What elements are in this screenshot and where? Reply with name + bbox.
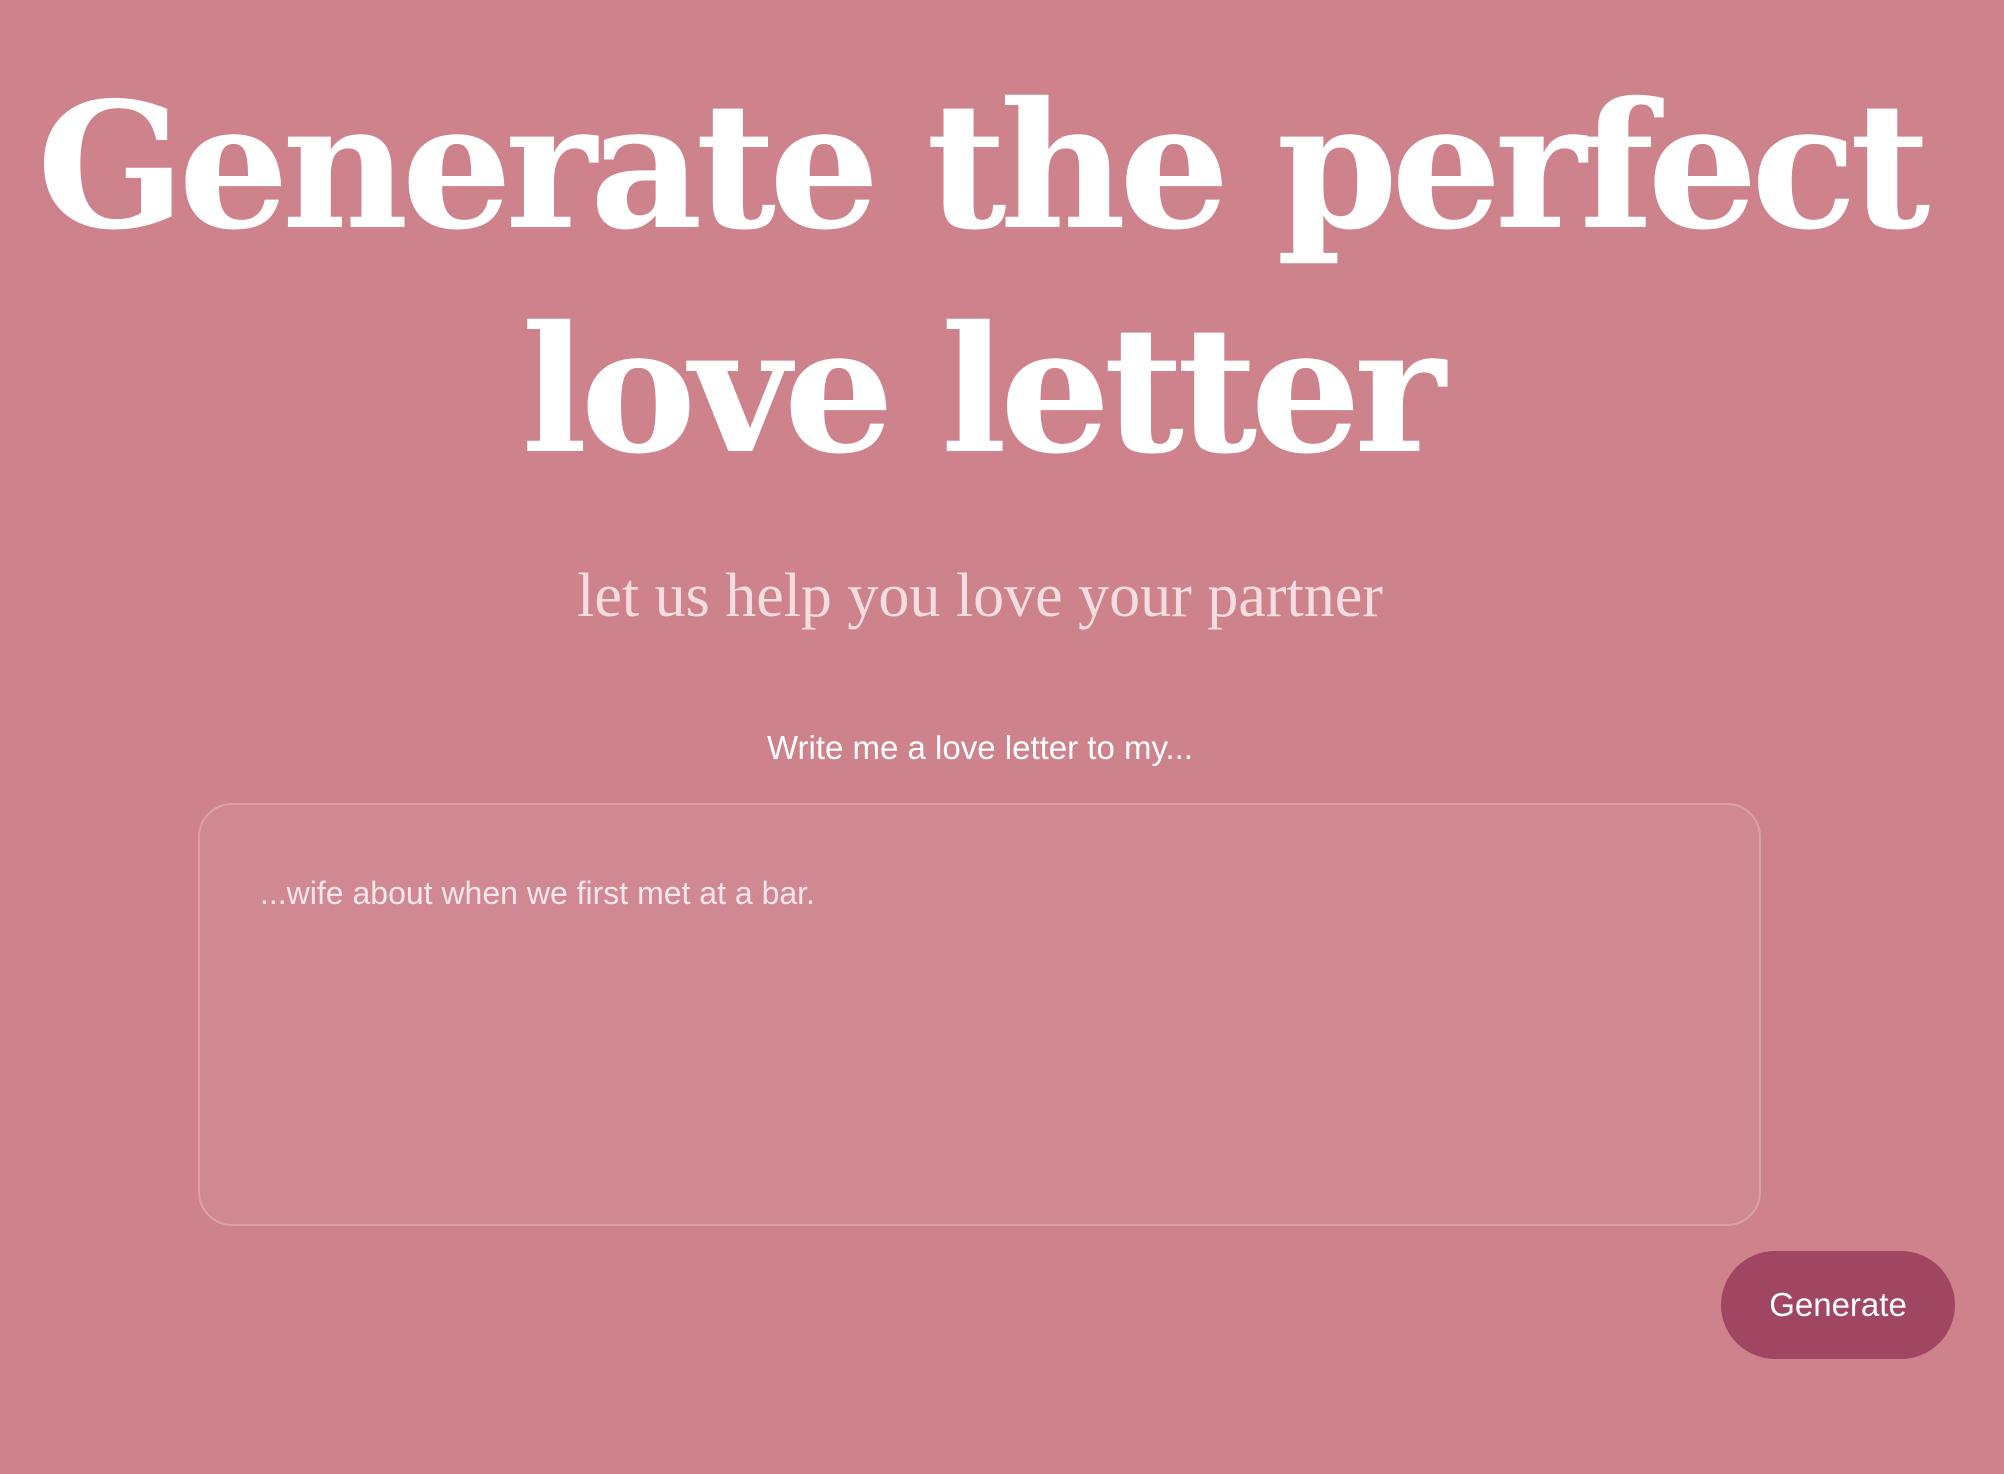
love-letter-prompt-input[interactable] [198,803,1761,1226]
page-subtitle: let us help you love your partner [577,562,1383,630]
page-title: Generate the perfect love letter [36,65,1931,493]
page: Generate the perfect love letter let us … [0,0,2004,1474]
generate-button[interactable]: Generate [1721,1251,1955,1359]
prompt-label: Write me a love letter to my... [766,729,1194,766]
